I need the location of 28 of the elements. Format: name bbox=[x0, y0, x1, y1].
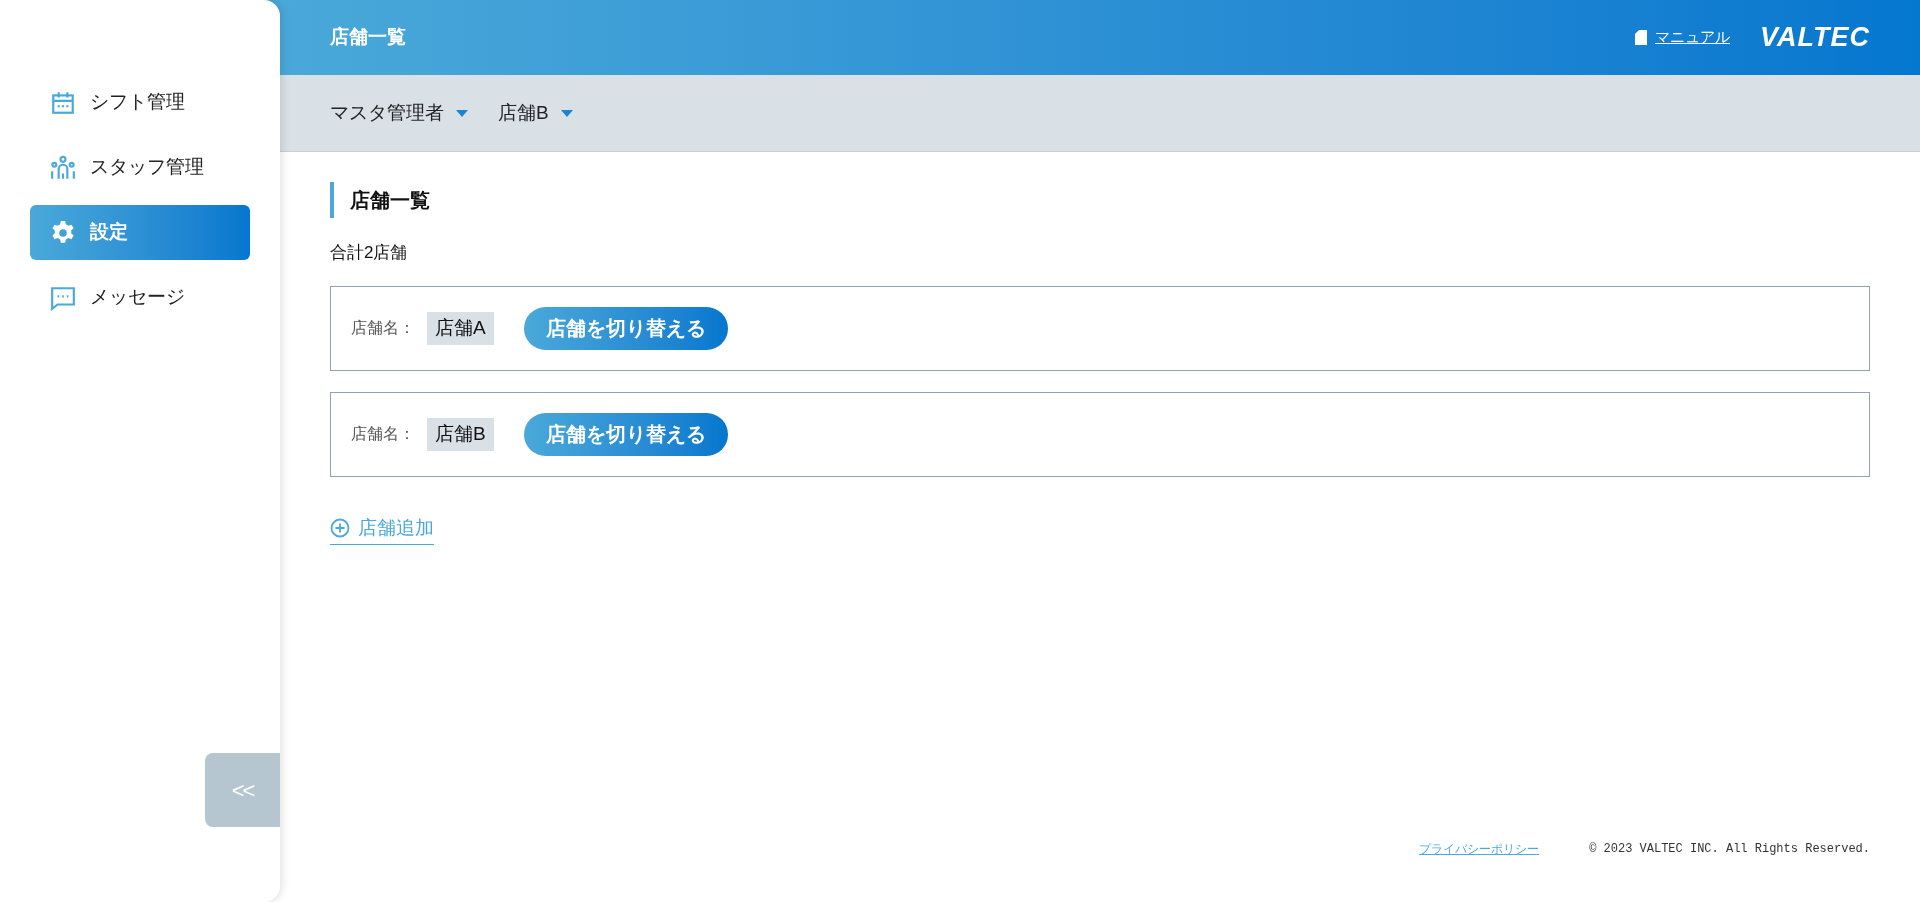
logo: VALTEC bbox=[1760, 21, 1870, 55]
calendar-icon bbox=[50, 89, 76, 116]
sidebar-item[interactable]: 設定 bbox=[30, 205, 250, 260]
dropdown-button[interactable]: 店舗B bbox=[498, 98, 573, 128]
sidebar-item[interactable]: シフト管理 bbox=[30, 75, 250, 130]
store-name: 店舗A bbox=[427, 311, 494, 345]
section-heading: 店舗一覧 bbox=[330, 182, 430, 218]
chat-icon bbox=[50, 284, 76, 311]
privacy-policy-link[interactable]: プライバシーポリシー bbox=[1419, 840, 1540, 858]
store-count: 合計2店舗 bbox=[330, 242, 408, 264]
people-icon bbox=[50, 154, 76, 181]
gear-icon bbox=[50, 219, 76, 246]
store-name-label: 店舗名： bbox=[351, 424, 415, 444]
dropdown-button[interactable]: マスタ管理者 bbox=[330, 98, 468, 128]
caret-icon bbox=[560, 109, 573, 117]
document-icon bbox=[1635, 30, 1647, 45]
caret-icon bbox=[456, 109, 468, 117]
plus-circle-icon bbox=[330, 517, 350, 538]
sidebar-item[interactable]: スタッフ管理 bbox=[30, 140, 250, 195]
add-store-link[interactable]: 店舗追加 bbox=[330, 513, 434, 545]
manual-link[interactable]: マニュアル bbox=[1655, 26, 1730, 49]
switch-store-button[interactable]: 店舗を切り替える bbox=[523, 306, 728, 350]
store-name: 店舗B bbox=[427, 417, 494, 451]
page-title: 店舗一覧 bbox=[330, 25, 406, 50]
store-name-label: 店舗名： bbox=[351, 318, 415, 338]
copyright-text: © 2023 VALTEC INC. All Rights Reserved. bbox=[1589, 841, 1870, 858]
switch-store-button[interactable]: 店舗を切り替える bbox=[523, 412, 728, 456]
sidebar-item[interactable]: メッセージ bbox=[30, 270, 250, 325]
